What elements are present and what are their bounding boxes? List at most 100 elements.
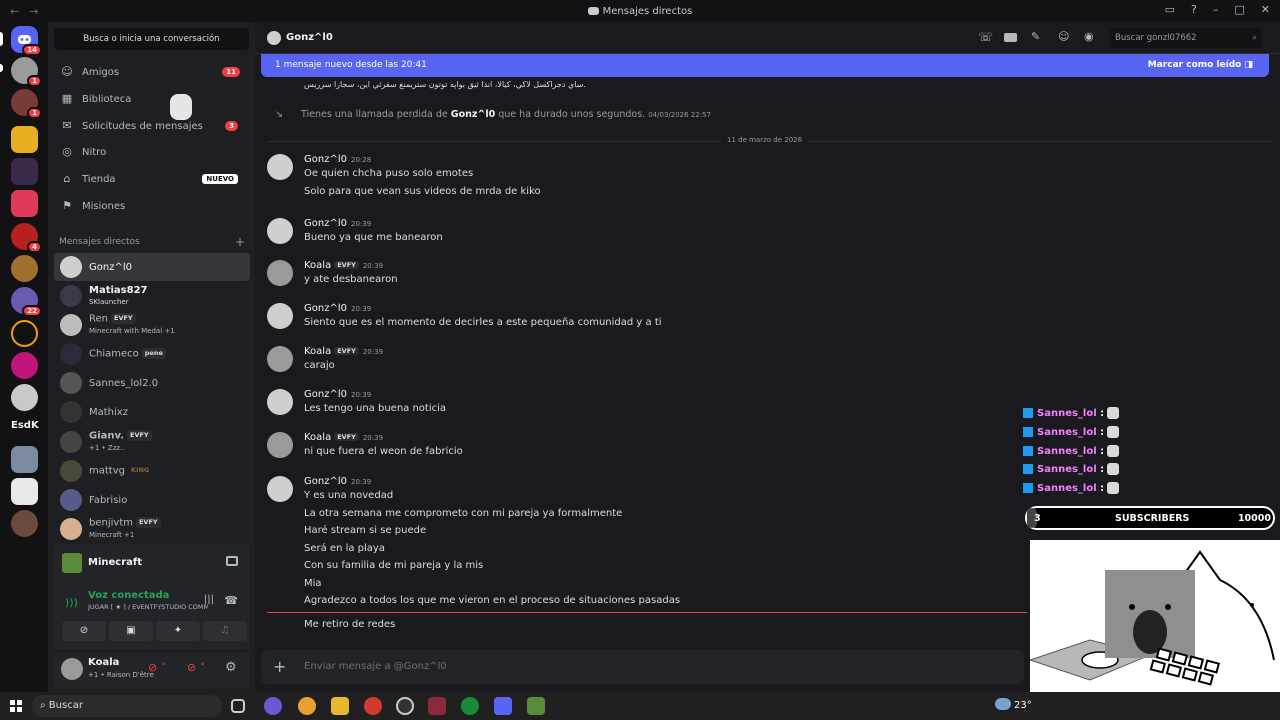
server-fire[interactable]: 4: [11, 223, 42, 253]
twitch-icon: [1023, 483, 1033, 493]
message-author[interactable]: Koala: [304, 260, 331, 271]
avatar[interactable]: [267, 432, 293, 458]
avatar[interactable]: [267, 260, 293, 286]
dm-item[interactable]: Chiameco pene: [54, 340, 250, 368]
attach-plus-icon[interactable]: +: [273, 657, 286, 676]
taskbar-search[interactable]: ⌕ Buscar: [32, 695, 222, 717]
avatar[interactable]: [267, 346, 293, 372]
app-icon[interactable]: [428, 697, 446, 715]
find-conversation-button[interactable]: Busca o inicia una conversación: [54, 28, 249, 50]
settings-gear-icon[interactable]: ⚙: [225, 660, 237, 675]
help-icon[interactable]: ?: [1191, 3, 1197, 16]
new-messages-banner[interactable]: 1 mensaje nuevo desde las 20:41 Marcar c…: [261, 54, 1269, 77]
minimize-icon[interactable]: –: [1213, 3, 1219, 16]
add-dm-icon[interactable]: +: [235, 235, 245, 249]
file-explorer-icon[interactable]: [331, 697, 349, 715]
message-author[interactable]: Koala: [304, 346, 331, 357]
dm-item[interactable]: benjivtm EVFY Minecraft +1: [54, 515, 250, 543]
discord-taskbar-icon[interactable]: [494, 697, 512, 715]
server-koala[interactable]: [11, 384, 38, 411]
dm-item[interactable]: Mathixz: [54, 398, 250, 426]
screen-share-icon[interactable]: [226, 556, 238, 566]
server-blurred[interactable]: [11, 446, 38, 473]
windows-start-icon[interactable]: [10, 700, 22, 712]
message-timestamp: 20:39: [350, 478, 372, 486]
nav-quests[interactable]: ⚑ Misiones: [54, 194, 250, 218]
call-icon[interactable]: ☏: [978, 30, 993, 44]
noise-icon[interactable]: |||: [204, 594, 214, 605]
disconnect-icon[interactable]: ☎: [224, 594, 238, 607]
add-friends-icon[interactable]: ☺: [1058, 30, 1069, 43]
deafen-icon[interactable]: ⊘ ˅: [187, 661, 205, 674]
server-white[interactable]: [11, 478, 38, 505]
dm-item[interactable]: mattvg KING: [54, 457, 250, 485]
mark-read-button[interactable]: Marcar como leído ◨: [1148, 54, 1253, 77]
server-avatar-2[interactable]: 1: [11, 89, 42, 119]
server-brawl[interactable]: [11, 126, 38, 153]
server-face[interactable]: [11, 255, 38, 282]
nav-library[interactable]: ▦ Biblioteca: [54, 87, 250, 111]
dm-item[interactable]: Sannes_lol2.0: [54, 369, 250, 397]
server-flash[interactable]: [11, 320, 38, 347]
message-author[interactable]: Gonz^l0: [304, 303, 347, 314]
server-rail: 14 1 1 4 22 EsdK: [0, 22, 48, 692]
avatar[interactable]: [61, 658, 83, 680]
server-gem[interactable]: [11, 352, 38, 379]
chrome-icon[interactable]: [298, 697, 316, 715]
server-character[interactable]: [11, 510, 38, 537]
server-pencil[interactable]: [11, 190, 38, 217]
nav-nitro[interactable]: ◎ Nitro: [54, 140, 250, 164]
close-icon[interactable]: ✕: [1261, 3, 1270, 16]
discord-home-icon[interactable]: 14: [11, 26, 42, 56]
composer-input[interactable]: Enviar mensaje a @Gonz^l0: [304, 661, 447, 672]
dm-item[interactable]: Gianv. EVFY +1 • Zzz..: [54, 428, 250, 456]
inbox-tray-icon[interactable]: ▭: [1165, 3, 1175, 16]
server-avatar-1[interactable]: 1: [11, 57, 42, 87]
maximize-icon[interactable]: □: [1234, 3, 1244, 16]
nav-message-requests[interactable]: ✉ Solicitudes de mensajes 3: [54, 114, 250, 138]
mic-muted-icon[interactable]: ⊘ ˅: [148, 661, 166, 674]
nav-friends[interactable]: ☺ Amigos 11: [54, 60, 250, 84]
voice-channel[interactable]: JUGAR [ ★ ] / EVENTFYSTUDIO COMMU...: [88, 603, 208, 611]
avatar[interactable]: [267, 303, 293, 329]
task-view-icon[interactable]: [231, 699, 245, 713]
avatar[interactable]: [267, 218, 293, 244]
message-author[interactable]: Koala: [304, 432, 331, 443]
nav-shop[interactable]: ⌂ Tienda NUEVO: [54, 167, 250, 191]
avatar[interactable]: [267, 154, 293, 180]
avatar: [60, 256, 82, 278]
camera-off-button[interactable]: ⊘: [62, 621, 106, 641]
soundboard-button[interactable]: ♫: [203, 621, 247, 641]
message-author[interactable]: Gonz^l0: [304, 389, 347, 400]
server-esdk[interactable]: EsdK: [11, 420, 39, 431]
dm-item[interactable]: Ren EVFY Minecraft with Medal +1: [54, 311, 250, 339]
server-dark[interactable]: [11, 158, 38, 185]
message-author[interactable]: Gonz^l0: [304, 476, 347, 487]
message-composer[interactable]: + Enviar mensaje a @Gonz^l0: [261, 650, 1024, 684]
title-bar: ← → Mensajes directos ▭ ? – □ ✕: [0, 0, 1280, 22]
copilot-icon[interactable]: [264, 697, 282, 715]
pin-icon[interactable]: ✎: [1031, 30, 1040, 43]
xbox-icon[interactable]: [461, 697, 479, 715]
dm-item[interactable]: Fabrisio: [54, 486, 250, 514]
activities-button[interactable]: ✦: [156, 621, 200, 641]
profile-icon[interactable]: ◉: [1084, 30, 1094, 43]
message-author[interactable]: Gonz^l0: [304, 154, 347, 165]
screen-share-button[interactable]: ▣: [109, 621, 153, 641]
dm-item[interactable]: Matias827 SKlauncher: [54, 282, 250, 310]
obs-icon[interactable]: [396, 697, 414, 715]
chrome-profile-icon[interactable]: [364, 697, 382, 715]
dm-item[interactable]: Gonz^l0: [54, 253, 250, 281]
message-author[interactable]: Gonz^l0: [304, 218, 347, 229]
search-input[interactable]: Buscar gonzl07662 ⌕: [1110, 28, 1262, 48]
voice-status[interactable]: Voz conectada: [88, 590, 169, 601]
minecraft-taskbar-icon[interactable]: [527, 697, 545, 715]
username[interactable]: Koala: [88, 657, 119, 668]
video-call-icon[interactable]: [1004, 33, 1017, 42]
server-pixel[interactable]: 22: [11, 287, 42, 317]
mark-read-icon: ◨: [1244, 60, 1253, 70]
twitch-icon: [1023, 464, 1033, 474]
avatar[interactable]: [267, 389, 293, 415]
avatar[interactable]: [267, 476, 293, 502]
window-title: Mensajes directos: [0, 6, 1280, 17]
